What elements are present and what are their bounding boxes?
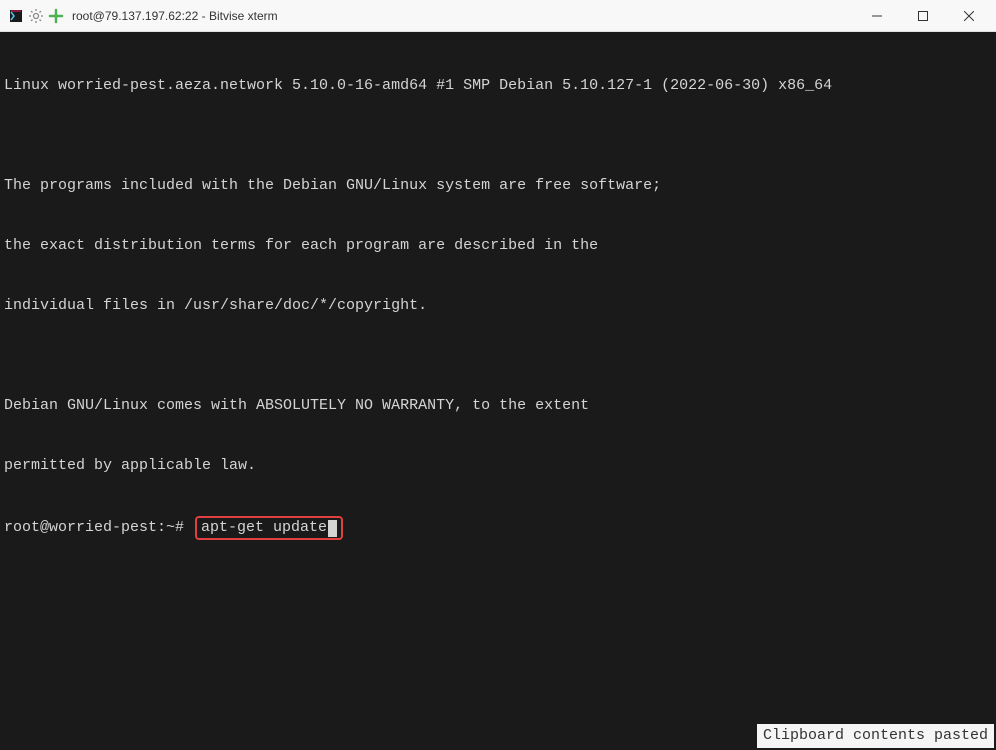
app-icon: [8, 8, 24, 24]
plus-icon[interactable]: [48, 8, 64, 24]
terminal-area[interactable]: Linux worried-pest.aeza.network 5.10.0-1…: [0, 32, 996, 750]
cursor-icon: [328, 520, 337, 537]
shell-prompt: root@worried-pest:~#: [4, 518, 193, 538]
terminal-output-line: Debian GNU/Linux comes with ABSOLUTELY N…: [4, 396, 992, 416]
gear-icon[interactable]: [28, 8, 44, 24]
window-controls: [854, 0, 992, 32]
terminal-output-line: The programs included with the Debian GN…: [4, 176, 992, 196]
window-title: root@79.137.197.62:22 - Bitvise xterm: [72, 9, 278, 23]
terminal-window: root@79.137.197.62:22 - Bitvise xterm Li…: [0, 0, 996, 750]
terminal-output-line: individual files in /usr/share/doc/*/cop…: [4, 296, 992, 316]
terminal-output-line: the exact distribution terms for each pr…: [4, 236, 992, 256]
close-button[interactable]: [946, 0, 992, 32]
maximize-button[interactable]: [900, 0, 946, 32]
command-highlight-box: apt-get update: [195, 516, 343, 540]
titlebar-icons: [4, 8, 64, 24]
terminal-output-line: Linux worried-pest.aeza.network 5.10.0-1…: [4, 76, 992, 96]
typed-command: apt-get update: [201, 518, 327, 538]
titlebar[interactable]: root@79.137.197.62:22 - Bitvise xterm: [0, 0, 996, 32]
terminal-output-line: permitted by applicable law.: [4, 456, 992, 476]
minimize-button[interactable]: [854, 0, 900, 32]
prompt-line: root@worried-pest:~# apt-get update: [4, 516, 992, 540]
clipboard-notice: Clipboard contents pasted: [757, 724, 994, 748]
